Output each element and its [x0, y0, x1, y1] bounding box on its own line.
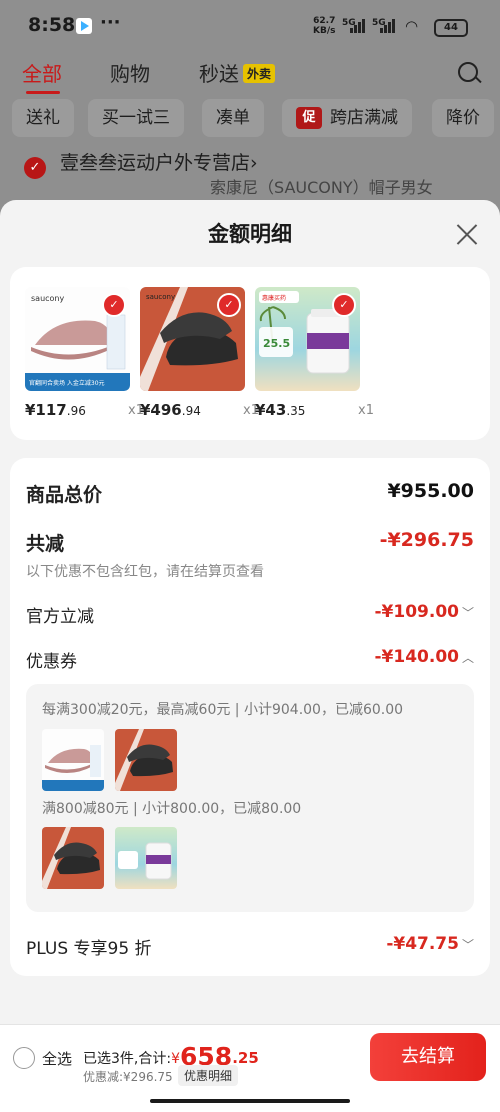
official-value: -¥109.00 ﹀: [374, 602, 474, 622]
store-check-icon[interactable]: ✓: [24, 157, 46, 179]
close-icon[interactable]: [455, 222, 479, 246]
official-label: 官方立减: [26, 607, 94, 627]
selected-check-icon[interactable]: ✓: [102, 293, 126, 317]
thumb-shoe: [115, 729, 177, 791]
total-value: ¥955.00: [387, 480, 474, 502]
tab-shopping[interactable]: 购物: [110, 58, 150, 87]
price-summary-card: 商品总价 ¥955.00 共减 -¥296.75 以下优惠不包含红包，请在结算页…: [10, 458, 490, 976]
product-item[interactable]: saucony 官翻同合卖场 入金立减30元 ✓ ¥117.96 x1: [25, 287, 144, 419]
svg-text:25.5: 25.5: [263, 337, 290, 350]
tab-instant[interactable]: 秒送 外卖: [199, 58, 276, 87]
promo-badge: 促: [296, 107, 322, 129]
reduce-label: 共减: [26, 533, 65, 555]
product-price: ¥496.94: [140, 401, 201, 419]
coupon-rule-text: 满800减80元 | 小计800.00，已减80.00: [42, 801, 302, 817]
chevron-down-icon: ﹀: [461, 938, 474, 952]
reduce-note: 以下优惠不包含红包，请在结算页查看: [26, 564, 264, 580]
signal-bars-icon: [380, 17, 398, 33]
coupon-row[interactable]: 优惠券 -¥140.00 ︿: [26, 647, 474, 672]
thumb-cap: [42, 729, 104, 791]
reduce-row: 共减 -¥296.75: [26, 529, 474, 556]
signal-bars-icon: [350, 17, 368, 33]
coupon-label: 优惠券: [26, 652, 77, 672]
top-tabs: 全部 购物 秒送 外卖: [0, 58, 500, 94]
chevron-up-icon: ︿: [461, 651, 474, 665]
sheet-title: 金额明细: [208, 222, 292, 246]
wifi-icon: ◠: [405, 17, 419, 35]
total-label: 商品总价: [26, 484, 103, 506]
battery-icon: 44: [434, 19, 468, 37]
discount-detail-button[interactable]: 优惠明细: [178, 1065, 239, 1086]
product-image-shoe: saucony ✓: [140, 287, 245, 391]
chip-gift[interactable]: 送礼: [12, 99, 74, 137]
chip-cross-store[interactable]: 促跨店满减: [282, 99, 412, 137]
network-speed: 62.7 KB/s: [313, 16, 336, 36]
official-discount-row[interactable]: 官方立减 -¥109.00 ﹀: [26, 602, 474, 627]
chevron-right-icon: ›: [250, 152, 258, 174]
clock: 8:58: [28, 14, 76, 36]
amount-detail-sheet: 金额明细 saucony 官翻同合卖场 入金立减30元 ✓ ¥117.96 x1: [0, 200, 500, 1111]
product-image-supplement: 惠康买药 25.5 ✓: [255, 287, 360, 391]
discount-summary: 优惠减:¥296.75: [83, 1070, 173, 1084]
thumb-shoe: [42, 827, 104, 889]
plus-value: -¥47.75 ﹀: [386, 934, 474, 954]
svg-text:saucony: saucony: [146, 293, 175, 301]
svg-text:惠康买药: 惠康买药: [262, 294, 286, 302]
chip-buy-one-try-three[interactable]: 买一试三: [88, 99, 184, 137]
product-item[interactable]: saucony ✓ ¥496.94 x1: [140, 287, 259, 419]
total-row: 商品总价 ¥955.00: [26, 480, 474, 507]
product-title-behind: 索康尼（SAUCONY）帽子男女: [210, 178, 433, 197]
selected-check-icon[interactable]: ✓: [332, 293, 356, 317]
chevron-down-icon: ﹀: [461, 606, 474, 620]
coupon-detail-box: 每满300减20元，最高减60元 | 小计904.00，已减60.00 满800…: [26, 684, 474, 912]
svg-text:官翻同合卖场 入金立减30元: 官翻同合卖场 入金立减30元: [29, 379, 105, 387]
plus-discount-row[interactable]: PLUS 专享95 折 -¥47.75 ﹀: [26, 934, 474, 959]
reduce-value: -¥296.75: [379, 529, 474, 551]
coupon-rule-text: 每满300减20元，最高减60元 | 小计904.00，已减60.00: [42, 702, 404, 718]
plus-label: PLUS 专享95 折: [26, 939, 152, 959]
select-all-label[interactable]: 全选: [42, 1048, 72, 1069]
status-bar: 8:58 ··· 62.7 KB/s 5G 5G ◠ 44: [0, 0, 500, 52]
products-card: saucony 官翻同合卖场 入金立减30元 ✓ ¥117.96 x1 sauc…: [10, 267, 490, 440]
product-qty: x1: [358, 403, 374, 418]
search-icon[interactable]: [458, 62, 478, 82]
product-price: ¥43.35: [255, 401, 306, 419]
chip-add-on[interactable]: 凑单: [202, 99, 264, 137]
product-image-cap: saucony 官翻同合卖场 入金立减30元 ✓: [25, 287, 130, 391]
more-notifications-icon: ···: [100, 12, 121, 33]
product-price: ¥117.96: [25, 401, 86, 419]
app-notification-icon: [76, 18, 92, 34]
select-all-radio[interactable]: [13, 1047, 35, 1069]
coupon-value: -¥140.00 ︿: [374, 647, 474, 667]
store-name: 壹叁叁运动户外专营店: [60, 152, 251, 174]
svg-text:saucony: saucony: [31, 294, 65, 303]
active-tab-indicator: [26, 91, 60, 94]
selected-check-icon[interactable]: ✓: [217, 293, 241, 317]
checkout-button[interactable]: 去结算: [370, 1033, 486, 1081]
thumb-supplement: [115, 827, 177, 889]
waimai-badge: 外卖: [243, 64, 276, 83]
tab-all[interactable]: 全部: [22, 58, 62, 87]
product-item[interactable]: 惠康买药 25.5 ✓ ¥43.35 x1: [255, 287, 374, 419]
home-indicator[interactable]: [150, 1099, 350, 1103]
chip-price-drop[interactable]: 降价: [432, 99, 494, 137]
